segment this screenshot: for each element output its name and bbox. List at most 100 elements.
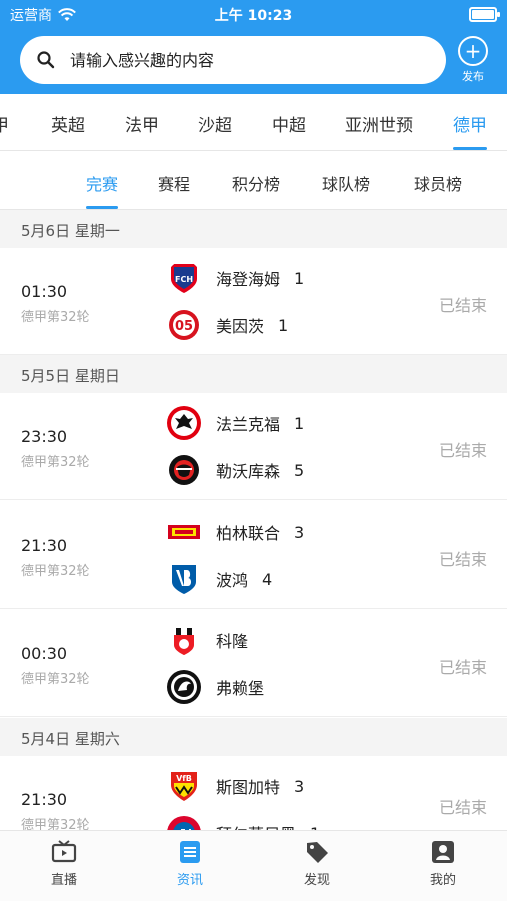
svg-text:FCH: FCH bbox=[175, 275, 193, 284]
home-team: 科隆 bbox=[167, 623, 262, 657]
away-team: 05 美因茨 1 bbox=[167, 308, 288, 342]
league-tabs: 甲 英超 法甲 沙超 中超 亚洲世预 德甲 bbox=[0, 94, 507, 151]
svg-text:VfB: VfB bbox=[176, 774, 192, 783]
sub-tabs: 完赛 赛程 积分榜 球队榜 球员榜 bbox=[0, 151, 507, 210]
tag-icon bbox=[307, 842, 328, 863]
search-bar[interactable] bbox=[20, 36, 446, 84]
tab-league-5[interactable]: 亚洲世预 bbox=[345, 111, 413, 136]
match-row[interactable]: 00:30 德甲第32轮 科隆 弗赖堡 已结束 bbox=[0, 610, 507, 717]
match-time: 23:30 bbox=[21, 427, 68, 446]
tv-icon bbox=[51, 840, 77, 863]
status-time: 上午 10:23 bbox=[214, 8, 293, 24]
bottom-tab-bar: 直播 资讯 发现 我的 bbox=[0, 830, 507, 901]
date-label: 5月6日 星期一 bbox=[21, 222, 120, 240]
search-input[interactable] bbox=[68, 49, 402, 71]
match-row[interactable]: 23:30 德甲第32轮 法兰克福 1 勒沃库森 5 已结束 bbox=[0, 393, 507, 500]
battery-level bbox=[472, 10, 494, 19]
tab-label: 直播 bbox=[50, 873, 77, 888]
date-label: 5月4日 星期六 bbox=[21, 730, 120, 748]
tab-league-6[interactable]: 德甲 bbox=[453, 111, 487, 136]
team-name: 波鸿 bbox=[216, 571, 249, 590]
match-status: 已结束 bbox=[438, 798, 487, 817]
date-header: 5月4日 星期六 bbox=[0, 718, 507, 756]
date-header: 5月5日 星期日 bbox=[0, 355, 507, 393]
match-status: 已结束 bbox=[438, 296, 487, 315]
match-round: 德甲第32轮 bbox=[21, 672, 90, 687]
tab-league-2[interactable]: 法甲 bbox=[125, 111, 159, 136]
team-name: 柏林联合 bbox=[216, 524, 281, 543]
match-status: 已结束 bbox=[438, 658, 487, 677]
frankfurt-logo bbox=[167, 406, 201, 440]
tab-profile[interactable]: 我的 bbox=[403, 839, 483, 888]
tab-news[interactable]: 资讯 bbox=[150, 839, 230, 888]
search-icon bbox=[37, 51, 55, 69]
tab-live[interactable]: 直播 bbox=[24, 839, 104, 888]
team-name: 海登海姆 bbox=[216, 270, 281, 289]
team-name: 勒沃库森 bbox=[216, 462, 281, 481]
svg-text:05: 05 bbox=[175, 319, 193, 334]
match-round: 德甲第32轮 bbox=[21, 455, 90, 470]
match-time: 21:30 bbox=[21, 790, 68, 809]
active-subtab-indicator bbox=[86, 206, 118, 209]
tab-schedule[interactable]: 赛程 bbox=[158, 171, 190, 195]
away-team: 勒沃库森 5 bbox=[167, 453, 304, 487]
tab-label: 资讯 bbox=[176, 873, 203, 888]
publish-button[interactable]: + 发布 bbox=[456, 36, 490, 84]
match-time: 00:30 bbox=[21, 644, 68, 663]
team-score: 4 bbox=[262, 569, 273, 589]
freiburg-logo bbox=[167, 670, 201, 704]
active-tab-indicator bbox=[453, 147, 487, 150]
team-score: 5 bbox=[294, 460, 305, 480]
away-team: 波鸿 4 bbox=[167, 562, 272, 596]
tab-finished[interactable]: 完赛 bbox=[86, 171, 118, 195]
match-time: 01:30 bbox=[21, 282, 68, 301]
home-team: 柏林联合 3 bbox=[167, 515, 304, 549]
date-header: 5月6日 星期一 bbox=[0, 210, 507, 248]
team-name: 法兰克福 bbox=[216, 415, 281, 434]
tab-team-rank[interactable]: 球队榜 bbox=[322, 171, 370, 195]
tab-label: 发现 bbox=[303, 873, 330, 888]
team-name: 科隆 bbox=[216, 632, 249, 651]
tab-standings[interactable]: 积分榜 bbox=[232, 171, 280, 195]
match-time: 21:30 bbox=[21, 536, 68, 555]
match-status: 已结束 bbox=[438, 550, 487, 569]
away-team: 弗赖堡 bbox=[167, 670, 278, 704]
leverkusen-logo bbox=[167, 453, 201, 487]
team-score: 3 bbox=[294, 776, 305, 796]
publish-label: 发布 bbox=[462, 70, 484, 83]
tab-player-rank[interactable]: 球员榜 bbox=[414, 171, 462, 195]
tab-league-0[interactable]: 甲 bbox=[0, 111, 9, 136]
tab-league-3[interactable]: 沙超 bbox=[198, 111, 232, 136]
battery-icon bbox=[469, 7, 500, 22]
tab-league-1[interactable]: 英超 bbox=[51, 111, 85, 136]
team-score: 3 bbox=[294, 522, 305, 542]
stuttgart-logo: VfB bbox=[167, 769, 201, 803]
app-header: 运营商 上午 10:23 + 发布 bbox=[0, 0, 507, 94]
date-label: 5月5日 星期日 bbox=[21, 367, 120, 385]
team-score: 1 bbox=[278, 315, 289, 335]
team-score: 1 bbox=[294, 268, 305, 288]
match-row[interactable]: 01:30 德甲第32轮 FCH 海登海姆 1 05 美因茨 1 已结束 bbox=[0, 248, 507, 355]
home-team: FCH 海登海姆 1 bbox=[167, 261, 304, 295]
team-score: 1 bbox=[294, 413, 305, 433]
match-row[interactable]: 21:30 德甲第32轮 柏林联合 3 波鸿 4 已结束 bbox=[0, 502, 507, 609]
tab-league-4[interactable]: 中超 bbox=[272, 111, 306, 136]
heidenheim-logo: FCH bbox=[167, 261, 201, 295]
news-icon bbox=[180, 841, 200, 863]
mainz-logo: 05 bbox=[167, 308, 201, 342]
team-name: 弗赖堡 bbox=[216, 679, 265, 698]
team-name: 斯图加特 bbox=[216, 778, 281, 797]
match-round: 德甲第32轮 bbox=[21, 310, 90, 325]
plus-icon: + bbox=[458, 36, 488, 66]
home-team: 法兰克福 1 bbox=[167, 406, 304, 440]
tab-discover[interactable]: 发现 bbox=[277, 839, 357, 888]
match-status: 已结束 bbox=[438, 441, 487, 460]
home-team: VfB 斯图加特 3 bbox=[167, 769, 304, 803]
union-berlin-logo bbox=[167, 515, 201, 549]
profile-icon bbox=[432, 841, 454, 863]
bochum-logo bbox=[167, 562, 201, 596]
team-name: 美因茨 bbox=[216, 317, 265, 336]
match-round: 德甲第32轮 bbox=[21, 564, 90, 579]
koln-logo bbox=[167, 623, 201, 657]
tab-label: 我的 bbox=[429, 873, 456, 888]
